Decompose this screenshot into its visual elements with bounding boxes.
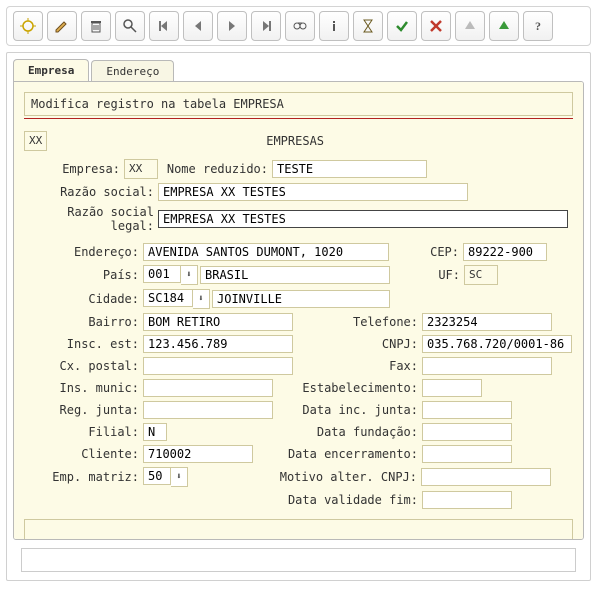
tb-wait[interactable] (353, 11, 383, 41)
tab-empresa[interactable]: Empresa (13, 59, 89, 82)
label-reg-junta: Reg. junta: (24, 403, 143, 417)
blank-footer-field (24, 519, 573, 540)
label-endereco: Endereço: (24, 245, 143, 259)
label-motivo: Motivo alter. CNPJ: (272, 470, 421, 484)
field-data-enc[interactable] (422, 445, 512, 463)
tb-last[interactable] (251, 11, 281, 41)
label-filial: Filial: (24, 425, 143, 439)
label-razao-legal: Razão social legal: (24, 205, 158, 233)
tb-prev[interactable] (183, 11, 213, 41)
field-uf: SC (464, 265, 498, 285)
label-estabelecimento: Estabelecimento: (273, 381, 422, 395)
label-bairro: Bairro: (24, 315, 143, 329)
label-cnpj: CNPJ: (293, 337, 422, 351)
label-nome-reduzido: Nome reduzido: (158, 162, 272, 176)
label-telefone: Telefone: (293, 315, 422, 329)
field-motivo[interactable] (421, 468, 551, 486)
tb-edit[interactable] (47, 11, 77, 41)
tb-zoom[interactable] (115, 11, 145, 41)
label-ins-munic: Ins. munic: (24, 381, 143, 395)
field-razao-legal[interactable] (158, 210, 568, 228)
lookup-cidade[interactable]: ⬇ (193, 289, 210, 309)
field-telefone[interactable] (422, 313, 552, 331)
label-data-inc: Data inc. junta: (273, 403, 422, 417)
label-data-val: Data validade fim: (273, 493, 422, 507)
tabstrip: Empresa Endereço (13, 59, 584, 82)
field-razao[interactable] (158, 183, 468, 201)
field-endereco[interactable] (143, 243, 389, 261)
field-ins-munic[interactable] (143, 379, 273, 397)
toolbar: ? (6, 6, 591, 46)
tb-ok[interactable] (387, 11, 417, 41)
label-data-fund: Data fundação: (273, 425, 422, 439)
lookup-emp-matriz[interactable]: ⬇ (171, 467, 188, 487)
tb-up-disabled[interactable] (455, 11, 485, 41)
field-data-inc[interactable] (422, 401, 512, 419)
label-pais: País: (24, 268, 143, 282)
tab-panel-empresa: Modifica registro na tabela EMPRESA XX E… (13, 81, 584, 540)
lookup-pais[interactable]: ⬇ (181, 265, 198, 285)
tb-find[interactable] (285, 11, 315, 41)
field-cx-postal[interactable] (143, 357, 293, 375)
label-cliente: Cliente: (24, 447, 143, 461)
field-pais-nome[interactable] (200, 266, 390, 284)
section-code: XX (24, 131, 47, 151)
label-uf: UF: (390, 268, 464, 282)
field-cnpj[interactable] (422, 335, 572, 353)
tb-next[interactable] (217, 11, 247, 41)
tb-up[interactable] (489, 11, 519, 41)
field-bairro[interactable] (143, 313, 293, 331)
field-cep[interactable] (463, 243, 547, 261)
field-insc-est[interactable] (143, 335, 293, 353)
svg-text:?: ? (535, 19, 541, 33)
section-title: EMPRESAS (47, 134, 543, 148)
field-data-fund[interactable] (422, 423, 512, 441)
label-cidade: Cidade: (24, 292, 143, 306)
label-insc-est: Insc. est: (24, 337, 143, 351)
status-bar (21, 548, 576, 572)
field-empresa-code: XX (124, 159, 158, 179)
tb-delete[interactable] (81, 11, 111, 41)
label-emp-matriz: Emp. matriz: (24, 470, 143, 484)
field-data-val[interactable] (422, 491, 512, 509)
field-emp-matriz[interactable] (143, 467, 171, 485)
field-estabelecimento[interactable] (422, 379, 482, 397)
content-panel: Empresa Endereço Modifica registro na ta… (6, 52, 591, 581)
message-bar: Modifica registro na tabela EMPRESA (24, 92, 573, 116)
label-razao: Razão social: (24, 185, 158, 199)
tb-first[interactable] (149, 11, 179, 41)
label-cep: CEP: (389, 245, 463, 259)
field-cliente[interactable] (143, 445, 253, 463)
label-data-enc: Data encerramento: (273, 447, 422, 461)
tb-help[interactable]: ? (523, 11, 553, 41)
label-fax: Fax: (293, 359, 422, 373)
field-pais-code[interactable] (143, 265, 181, 283)
field-nome-reduzido[interactable] (272, 160, 427, 178)
tab-endereco[interactable]: Endereço (91, 60, 174, 82)
label-cx-postal: Cx. postal: (24, 359, 143, 373)
field-cidade-code[interactable] (143, 289, 193, 307)
tb-info[interactable] (319, 11, 349, 41)
divider-red (24, 118, 573, 119)
tb-new[interactable] (13, 11, 43, 41)
field-cidade-nome[interactable] (212, 290, 390, 308)
tb-cancel[interactable] (421, 11, 451, 41)
field-reg-junta[interactable] (143, 401, 273, 419)
field-fax[interactable] (422, 357, 552, 375)
label-empresa: Empresa: (24, 162, 124, 176)
field-filial[interactable] (143, 423, 167, 441)
